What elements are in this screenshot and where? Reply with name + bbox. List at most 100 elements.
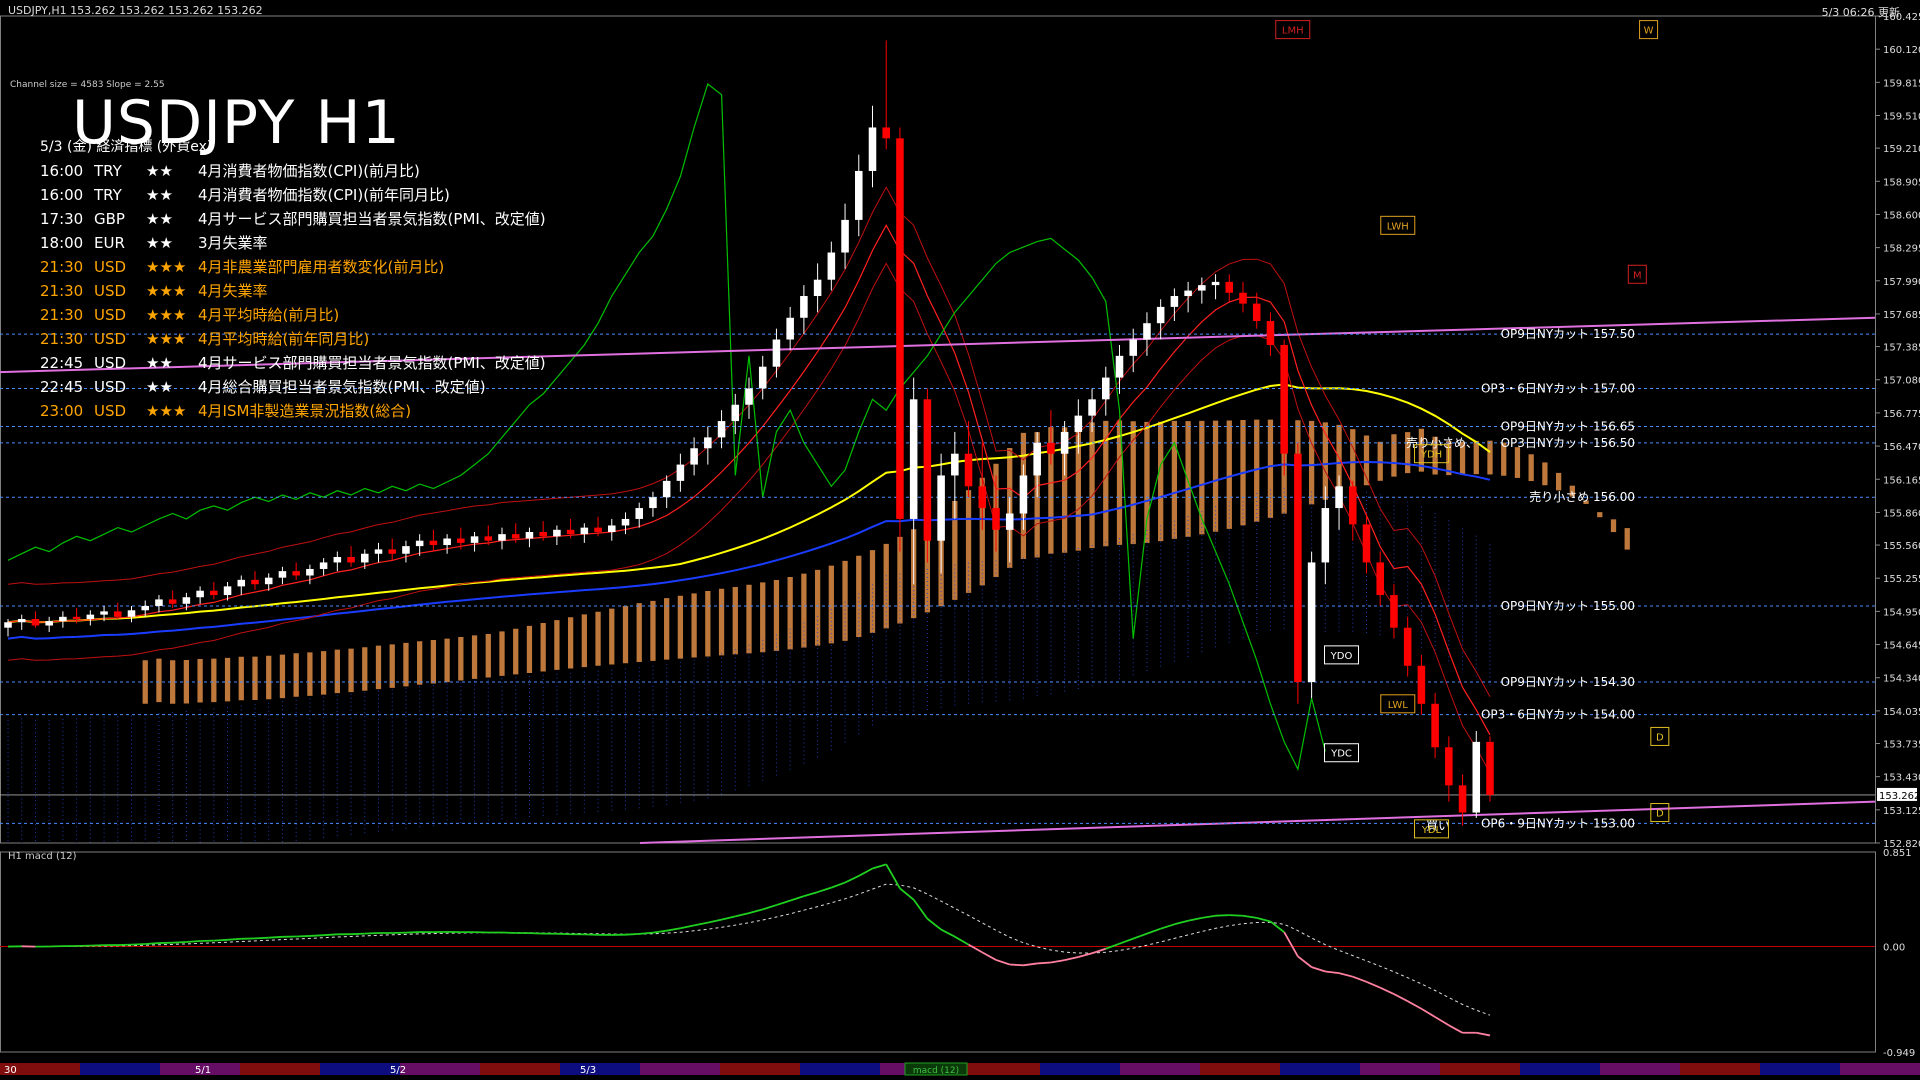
session-strip-block xyxy=(1120,1063,1200,1075)
x-tick-label: 5/3 xyxy=(580,1065,596,1076)
calendar-event: 4月総合購買担当者景気指数(PMI、改定値) xyxy=(198,378,486,396)
marker-label: YDL xyxy=(1421,825,1442,836)
option-level-label: OP9日NYカット 156.65 xyxy=(1501,420,1635,434)
option-level-label: OP9日NYカット 155.00 xyxy=(1501,599,1635,613)
candle-body xyxy=(237,579,246,587)
calendar-time: 16:00 xyxy=(40,186,84,204)
session-strip-block xyxy=(1760,1063,1840,1075)
candle-body xyxy=(827,252,836,280)
macd-line-segment xyxy=(213,938,228,942)
option-level-label: OP9日NYカット 157.50 xyxy=(1501,327,1635,341)
macd-line-segment xyxy=(639,931,654,935)
calendar-row: 23:00 USD ★★★ 4月ISM非製造業景況指数(総合) xyxy=(40,399,546,423)
session-strip-block xyxy=(1200,1063,1280,1075)
option-level-label: OP3・6日NYカット 154.00 xyxy=(1481,708,1635,722)
x-tick-label: 5/1 xyxy=(195,1065,211,1076)
calendar-currency: USD xyxy=(94,402,127,420)
session-strip-block xyxy=(400,1063,480,1075)
candle-body xyxy=(1225,281,1234,293)
candle-body xyxy=(635,508,643,519)
candle-body xyxy=(17,618,26,623)
calendar-importance: ★★★ xyxy=(146,258,187,276)
candle-body xyxy=(731,404,740,422)
session-strip-block xyxy=(1440,1063,1520,1075)
calendar-event: 4月失業率 xyxy=(198,282,268,300)
calendar-time: 21:30 xyxy=(40,306,84,324)
calendar-event: 4月平均時給(前年同月比) xyxy=(198,330,370,348)
macd-label: H1 macd (12) xyxy=(8,851,77,862)
calendar-importance: ★★ xyxy=(146,186,173,204)
calendar-row: 21:30 USD ★★★ 4月平均時給(前年同月比) xyxy=(40,327,546,351)
candle-body xyxy=(168,599,177,604)
candle-body xyxy=(566,529,575,535)
candle-body xyxy=(841,219,849,253)
candle-body xyxy=(292,571,300,576)
calendar-currency: USD xyxy=(94,354,127,372)
session-strip-block xyxy=(1680,1063,1760,1075)
calendar-event: 4月ISM非製造業景況指数(総合) xyxy=(198,402,412,420)
macd-tab-label: macd (12) xyxy=(913,1066,959,1076)
candle-body xyxy=(264,577,273,585)
calendar-time: 22:45 xyxy=(40,378,84,396)
y-tick-label: 159.510 xyxy=(1883,112,1920,123)
calendar-importance: ★★ xyxy=(146,162,173,180)
candle-body xyxy=(415,540,424,547)
economic-calendar: 16:00 TRY ★★ 4月消費者物価指数(CPI)(前月比) 16:00 TRY ★★ 4… xyxy=(40,159,546,423)
y-tick-label: 158.600 xyxy=(1883,210,1920,221)
candle-body xyxy=(868,127,877,171)
update-time: 5/3 06:26 更新 xyxy=(1821,6,1900,19)
macd-line-segment xyxy=(584,933,599,936)
macd-line-segment xyxy=(405,931,420,934)
calendar-time: 16:00 xyxy=(40,162,84,180)
candle-body xyxy=(621,518,630,526)
marker-label: YDO xyxy=(1330,651,1353,662)
candle-body xyxy=(114,611,122,617)
candle-body xyxy=(1403,627,1412,666)
calendar-time: 17:30 xyxy=(40,210,84,228)
candle-body xyxy=(1349,486,1357,525)
macd-tick-label: 0.851 xyxy=(1883,848,1912,859)
option-level-label: OP3日NYカット 156.50 xyxy=(1501,436,1635,450)
candle-body xyxy=(1307,562,1316,683)
calendar-event: 4月消費者物価指数(CPI)(前月比) xyxy=(198,162,420,180)
calendar-currency: TRY xyxy=(94,162,122,180)
symbol-info: USDJPY,H1 153.262 153.262 153.262 153.26… xyxy=(8,4,263,17)
macd-tick-label: -0.949 xyxy=(1883,1048,1915,1059)
candle-body xyxy=(1156,306,1165,324)
candle-body xyxy=(319,562,328,569)
candle-body xyxy=(1280,344,1288,454)
session-strip-block xyxy=(1520,1063,1600,1075)
macd-line-segment xyxy=(1229,914,1244,917)
candle-body xyxy=(813,279,822,297)
candle-body xyxy=(1088,399,1096,416)
y-tick-label: 156.775 xyxy=(1883,409,1920,420)
calendar-row: 21:30 USD ★★★ 4月失業率 xyxy=(40,279,546,303)
candle-body xyxy=(1362,524,1371,563)
y-tick-label: 154.035 xyxy=(1883,707,1920,718)
session-strip-block xyxy=(80,1063,160,1075)
calendar-event: 4月平均時給(前月比) xyxy=(198,306,340,324)
candle-body xyxy=(1417,665,1426,704)
candle-body xyxy=(1472,741,1481,813)
candle-body xyxy=(1458,785,1467,813)
marker-label: D xyxy=(1656,732,1664,743)
calendar-header: 5/3 (金) 経済指標 (外貨ex) xyxy=(40,139,213,155)
session-strip-block xyxy=(1040,1063,1120,1075)
y-tick-label: 154.950 xyxy=(1883,607,1920,618)
calendar-time: 21:30 xyxy=(40,258,84,276)
y-tick-label: 157.990 xyxy=(1883,277,1920,288)
candle-body xyxy=(1239,292,1247,304)
candle-body xyxy=(594,527,602,532)
option-level-label: OP3・6日NYカット 157.00 xyxy=(1481,381,1635,395)
macd-line-segment xyxy=(254,936,269,940)
candle-body xyxy=(1431,703,1439,748)
candle-body xyxy=(662,480,671,498)
candle-body xyxy=(909,399,918,519)
candle-body xyxy=(964,453,973,487)
macd-line-segment xyxy=(364,932,379,935)
calendar-row: 22:45 USD ★★ 4月サービス部門購買担当者景気指数(PMI、改定値) xyxy=(40,351,546,375)
calendar-currency: EUR xyxy=(94,234,125,252)
candle-body xyxy=(1129,339,1137,356)
marker-label: YDC xyxy=(1330,749,1352,760)
macd-line-segment xyxy=(145,942,160,945)
